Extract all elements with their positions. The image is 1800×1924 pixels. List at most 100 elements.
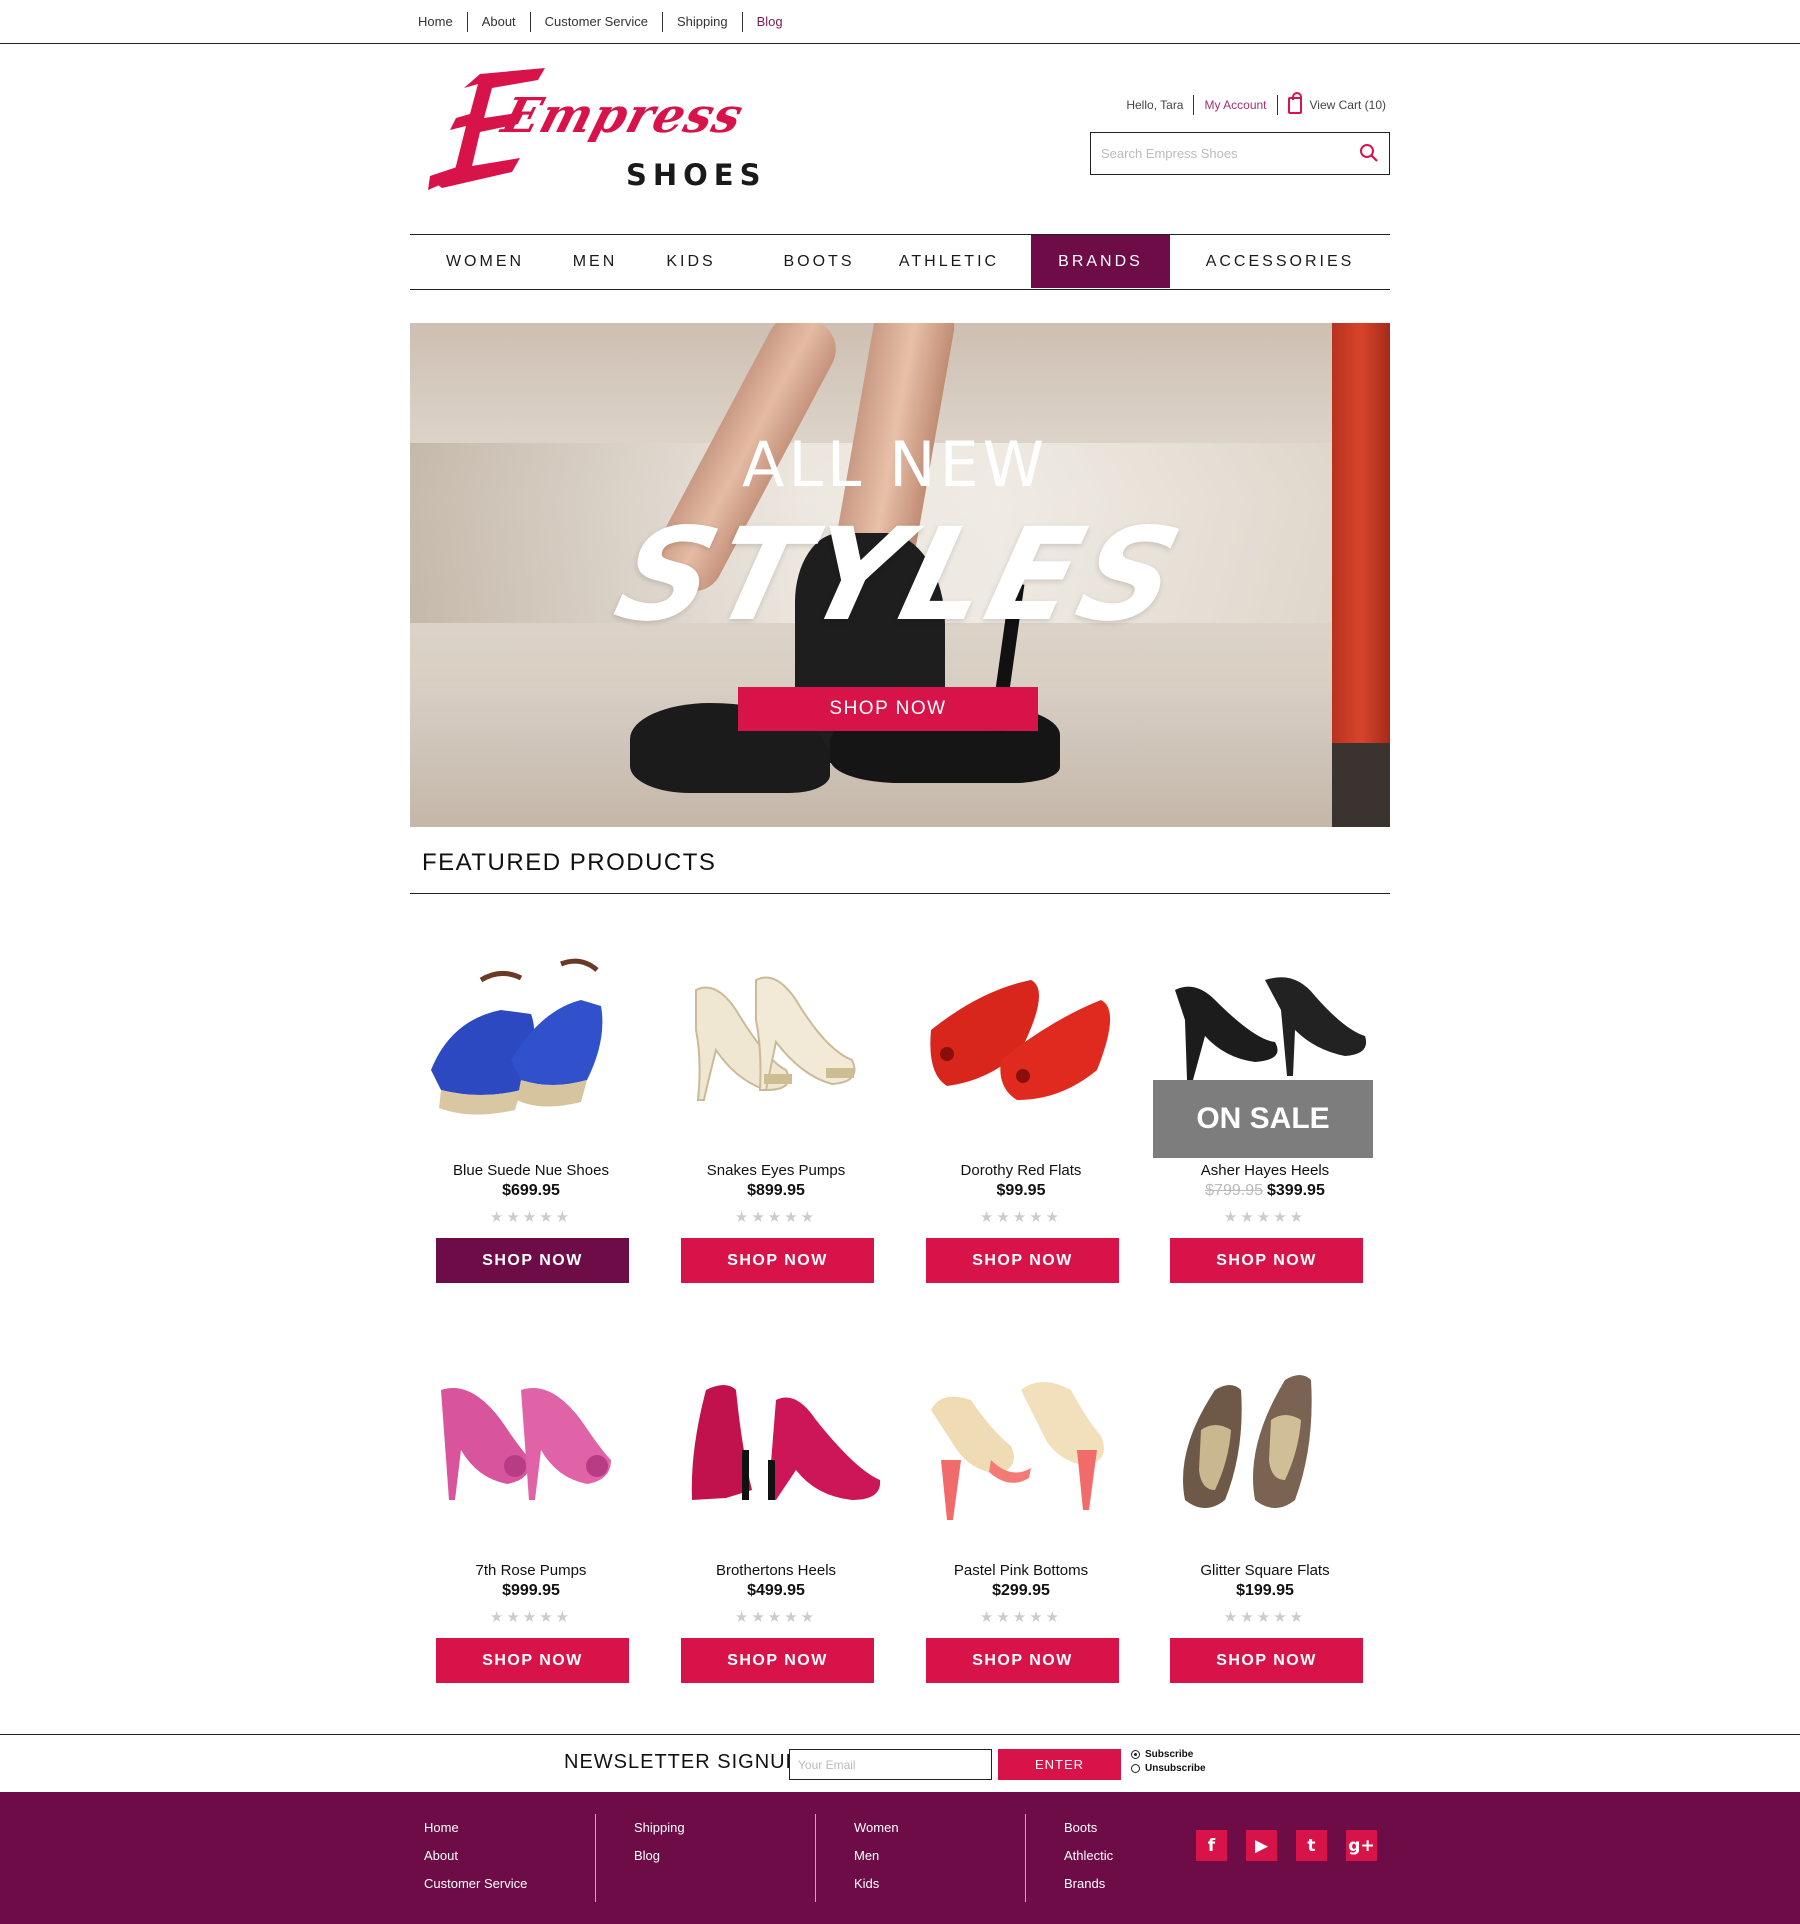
shop-now-button[interactable]: SHOP NOW <box>926 1638 1119 1683</box>
shopping-bag-icon <box>1287 91 1302 114</box>
hero-title-line1: ALL NEW <box>741 428 1049 501</box>
product-price: $499.95 <box>656 1582 896 1600</box>
product-price-value: $499.95 <box>747 1582 805 1599</box>
hero-chair-base <box>1332 743 1390 827</box>
social-links: f ▶ t g+ <box>1196 1830 1377 1861</box>
product-name[interactable]: Blue Suede Nue Shoes <box>411 1162 651 1179</box>
top-nav-shipping[interactable]: Shipping <box>663 12 743 32</box>
product-price: $999.95 <box>411 1582 651 1600</box>
view-cart-label: View Cart (10) <box>1309 98 1386 112</box>
product-rating-stars[interactable]: ★★★★★ <box>901 1208 1141 1226</box>
product-image[interactable] <box>411 1350 651 1550</box>
subscribe-radio[interactable] <box>1131 1750 1140 1759</box>
my-account-link[interactable]: My Account <box>1194 95 1278 115</box>
shop-now-button[interactable]: SHOP NOW <box>436 1638 629 1683</box>
hero-shop-now-button[interactable]: SHOP NOW <box>738 687 1038 731</box>
product-rating-stars[interactable]: ★★★★★ <box>901 1608 1141 1626</box>
product-card: Glitter Square Flats $199.95 ★★★★★ SHOP … <box>1145 1350 1385 1683</box>
nav-accessories[interactable]: ACCESSORIES <box>1200 235 1360 288</box>
product-name[interactable]: Dorothy Red Flats <box>901 1162 1141 1179</box>
footer-link-about[interactable]: About <box>424 1842 527 1870</box>
newsletter-email-input[interactable] <box>789 1749 992 1780</box>
site-logo[interactable]: Empress SHOES <box>420 66 761 196</box>
logo-subtitle: SHOES <box>626 158 767 192</box>
nav-men[interactable]: MEN <box>550 235 640 288</box>
search-input[interactable] <box>1091 133 1341 173</box>
on-sale-badge: ON SALE <box>1153 1080 1373 1158</box>
product-rating-stars[interactable]: ★★★★★ <box>411 1608 651 1626</box>
footer-link-men[interactable]: Men <box>854 1842 899 1870</box>
footer-link-shipping[interactable]: Shipping <box>634 1814 685 1842</box>
nav-women[interactable]: WOMEN <box>430 235 540 288</box>
footer-link-customer-service[interactable]: Customer Service <box>424 1870 527 1898</box>
subscribe-label: Subscribe <box>1145 1749 1194 1760</box>
product-card: 7th Rose Pumps $999.95 ★★★★★ SHOP NOW <box>411 1350 651 1683</box>
greeting: Hello, Tara <box>1116 95 1195 115</box>
footer-link-athletic[interactable]: Athlectic <box>1064 1842 1113 1870</box>
footer-link-brands[interactable]: Brands <box>1064 1870 1113 1898</box>
search-box <box>1090 132 1390 175</box>
hero-title-line2: STYLES <box>602 501 1198 650</box>
shop-now-button[interactable]: SHOP NOW <box>926 1238 1119 1283</box>
product-card: Snakes Eyes Pumps $899.95 ★★★★★ SHOP NOW <box>656 950 896 1283</box>
product-image[interactable] <box>656 950 896 1150</box>
product-price: $299.95 <box>901 1582 1141 1600</box>
search-icon[interactable] <box>1359 143 1379 163</box>
product-rating-stars[interactable]: ★★★★★ <box>1145 1208 1385 1226</box>
nav-boots[interactable]: BOOTS <box>764 235 874 288</box>
shop-now-button[interactable]: SHOP NOW <box>681 1238 874 1283</box>
product-rating-stars[interactable]: ★★★★★ <box>1145 1608 1385 1626</box>
product-name[interactable]: Asher Hayes Heels <box>1145 1162 1385 1179</box>
site-footer: Home About Customer Service Shipping Blo… <box>0 1792 1800 1924</box>
top-nav-about[interactable]: About <box>468 12 531 32</box>
shop-now-button[interactable]: SHOP NOW <box>681 1638 874 1683</box>
view-cart-link[interactable]: View Cart (10) <box>1278 91 1386 115</box>
product-image[interactable] <box>411 950 651 1150</box>
product-rating-stars[interactable]: ★★★★★ <box>411 1208 651 1226</box>
product-price-value: $399.95 <box>1267 1182 1325 1199</box>
footer-link-women[interactable]: Women <box>854 1814 899 1842</box>
top-nav-home[interactable]: Home <box>406 12 468 32</box>
subscribe-option[interactable]: Subscribe <box>1131 1749 1193 1760</box>
pink-rose-pump-image <box>441 1388 611 1500</box>
shop-now-button[interactable]: SHOP NOW <box>1170 1638 1363 1683</box>
product-image[interactable] <box>901 1350 1141 1550</box>
nav-brands[interactable]: BRANDS <box>1031 235 1170 288</box>
nav-kids[interactable]: KIDS <box>646 235 736 288</box>
product-rating-stars[interactable]: ★★★★★ <box>656 1208 896 1226</box>
product-card: Pastel Pink Bottoms $299.95 ★★★★★ SHOP N… <box>901 1350 1141 1683</box>
facebook-icon[interactable]: f <box>1196 1830 1227 1861</box>
google-plus-icon[interactable]: g+ <box>1346 1830 1377 1861</box>
product-image[interactable] <box>1145 1350 1385 1550</box>
magenta-heel-image <box>691 1385 881 1500</box>
footer-divider <box>1025 1814 1026 1902</box>
featured-products-title: FEATURED PRODUCTS <box>422 849 717 876</box>
product-price: $99.95 <box>901 1182 1141 1200</box>
shop-now-button[interactable]: SHOP NOW <box>1170 1238 1363 1283</box>
footer-link-blog[interactable]: Blog <box>634 1842 685 1870</box>
newsletter-enter-button[interactable]: ENTER <box>998 1749 1121 1780</box>
product-name[interactable]: Glitter Square Flats <box>1145 1562 1385 1579</box>
product-image[interactable] <box>901 950 1141 1150</box>
nav-athletic[interactable]: ATHLETIC <box>884 235 1014 288</box>
footer-column-3: Women Men Kids <box>854 1814 899 1902</box>
product-name[interactable]: Pastel Pink Bottoms <box>901 1562 1141 1579</box>
shop-now-button[interactable]: SHOP NOW <box>436 1238 629 1283</box>
product-rating-stars[interactable]: ★★★★★ <box>656 1608 896 1626</box>
product-name[interactable]: 7th Rose Pumps <box>411 1562 651 1579</box>
footer-link-boots[interactable]: Boots <box>1064 1814 1113 1842</box>
product-name[interactable]: Snakes Eyes Pumps <box>656 1162 896 1179</box>
unsubscribe-option[interactable]: Unsubscribe <box>1131 1763 1206 1774</box>
product-old-price: $799.95 <box>1205 1182 1263 1199</box>
product-image[interactable] <box>656 1350 896 1550</box>
red-flat-image <box>930 980 1111 1100</box>
unsubscribe-radio[interactable] <box>1131 1764 1140 1773</box>
product-image[interactable]: ON SALE <box>1145 950 1385 1158</box>
twitter-icon[interactable]: t <box>1296 1830 1327 1861</box>
top-nav-blog[interactable]: Blog <box>743 12 797 32</box>
top-nav-customer-service[interactable]: Customer Service <box>531 12 663 32</box>
footer-link-home[interactable]: Home <box>424 1814 527 1842</box>
product-name[interactable]: Brothertons Heels <box>656 1562 896 1579</box>
youtube-icon[interactable]: ▶ <box>1246 1830 1277 1861</box>
footer-link-kids[interactable]: Kids <box>854 1870 899 1898</box>
